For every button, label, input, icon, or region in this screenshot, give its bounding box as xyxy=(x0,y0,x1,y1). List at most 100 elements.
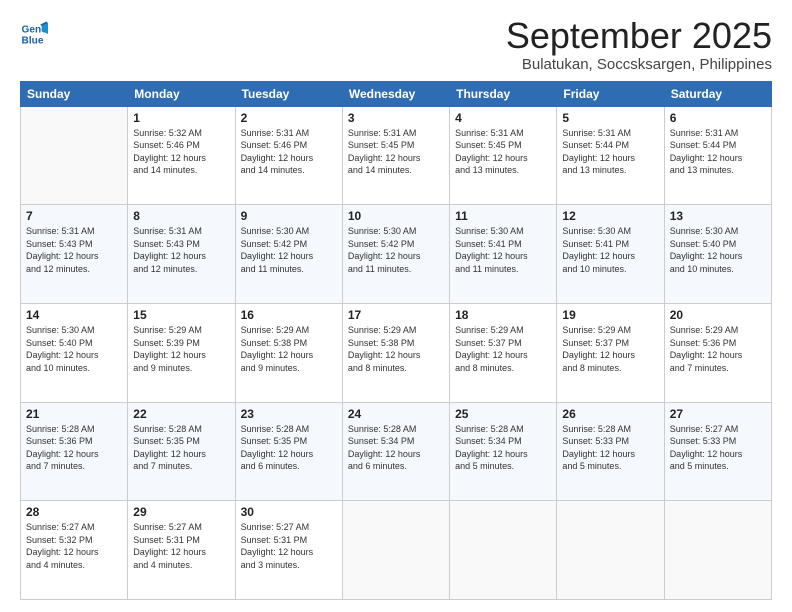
day-number: 19 xyxy=(562,308,658,322)
day-cell-7: 7 Sunrise: 5:31 AM Sunset: 5:43 PM Daylig… xyxy=(21,205,128,304)
day-info: Sunrise: 5:29 AM Sunset: 5:38 PM Dayligh… xyxy=(348,324,444,374)
day-info: Sunrise: 5:30 AM Sunset: 5:41 PM Dayligh… xyxy=(562,225,658,275)
empty-cell xyxy=(21,106,128,205)
day-info: Sunrise: 5:32 AM Sunset: 5:46 PM Dayligh… xyxy=(133,127,229,177)
day-header-tuesday: Tuesday xyxy=(235,81,342,106)
day-number: 22 xyxy=(133,407,229,421)
day-info: Sunrise: 5:28 AM Sunset: 5:34 PM Dayligh… xyxy=(455,423,551,473)
day-number: 8 xyxy=(133,209,229,223)
day-number: 29 xyxy=(133,505,229,519)
day-number: 11 xyxy=(455,209,551,223)
logo: General Blue xyxy=(20,20,48,48)
day-number: 27 xyxy=(670,407,766,421)
day-number: 6 xyxy=(670,111,766,125)
day-cell-12: 12 Sunrise: 5:30 AM Sunset: 5:41 PM Dayli… xyxy=(557,205,664,304)
day-number: 17 xyxy=(348,308,444,322)
day-info: Sunrise: 5:27 AM Sunset: 5:31 PM Dayligh… xyxy=(133,521,229,571)
header-row: SundayMondayTuesdayWednesdayThursdayFrid… xyxy=(21,81,772,106)
empty-cell xyxy=(342,501,449,600)
day-info: Sunrise: 5:30 AM Sunset: 5:42 PM Dayligh… xyxy=(348,225,444,275)
day-info: Sunrise: 5:28 AM Sunset: 5:35 PM Dayligh… xyxy=(133,423,229,473)
day-number: 1 xyxy=(133,111,229,125)
day-info: Sunrise: 5:30 AM Sunset: 5:42 PM Dayligh… xyxy=(241,225,337,275)
day-cell-5: 5Sunrise: 5:31 AM Sunset: 5:44 PM Daylig… xyxy=(557,106,664,205)
day-number: 9 xyxy=(241,209,337,223)
day-cell-1: 1 Sunrise: 5:32 AM Sunset: 5:46 PM Daylig… xyxy=(128,106,235,205)
week-row-4: 21Sunrise: 5:28 AM Sunset: 5:36 PM Dayli… xyxy=(21,402,772,501)
day-number: 25 xyxy=(455,407,551,421)
day-cell-18: 18Sunrise: 5:29 AM Sunset: 5:37 PM Dayli… xyxy=(450,303,557,402)
day-info: Sunrise: 5:31 AM Sunset: 5:46 PM Dayligh… xyxy=(241,127,337,177)
logo-icon: General Blue xyxy=(20,20,48,48)
day-cell-13: 13Sunrise: 5:30 AM Sunset: 5:40 PM Dayli… xyxy=(664,205,771,304)
day-info: Sunrise: 5:30 AM Sunset: 5:41 PM Dayligh… xyxy=(455,225,551,275)
day-cell-21: 21Sunrise: 5:28 AM Sunset: 5:36 PM Dayli… xyxy=(21,402,128,501)
day-cell-9: 9 Sunrise: 5:30 AM Sunset: 5:42 PM Daylig… xyxy=(235,205,342,304)
day-cell-17: 17 Sunrise: 5:29 AM Sunset: 5:38 PM Dayli… xyxy=(342,303,449,402)
day-cell-15: 15 Sunrise: 5:29 AM Sunset: 5:39 PM Dayli… xyxy=(128,303,235,402)
week-row-1: 1 Sunrise: 5:32 AM Sunset: 5:46 PM Daylig… xyxy=(21,106,772,205)
day-number: 28 xyxy=(26,505,122,519)
day-cell-28: 28 Sunrise: 5:27 AM Sunset: 5:32 PM Dayli… xyxy=(21,501,128,600)
day-number: 16 xyxy=(241,308,337,322)
day-cell-23: 23 Sunrise: 5:28 AM Sunset: 5:35 PM Dayli… xyxy=(235,402,342,501)
day-info: Sunrise: 5:28 AM Sunset: 5:33 PM Dayligh… xyxy=(562,423,658,473)
day-cell-30: 30Sunrise: 5:27 AM Sunset: 5:31 PM Dayli… xyxy=(235,501,342,600)
day-header-friday: Friday xyxy=(557,81,664,106)
svg-text:Blue: Blue xyxy=(22,35,44,46)
day-info: Sunrise: 5:29 AM Sunset: 5:37 PM Dayligh… xyxy=(562,324,658,374)
day-number: 12 xyxy=(562,209,658,223)
day-number: 23 xyxy=(241,407,337,421)
day-cell-14: 14 Sunrise: 5:30 AM Sunset: 5:40 PM Dayli… xyxy=(21,303,128,402)
day-cell-27: 27 Sunrise: 5:27 AM Sunset: 5:33 PM Dayli… xyxy=(664,402,771,501)
day-cell-2: 2 Sunrise: 5:31 AM Sunset: 5:46 PM Daylig… xyxy=(235,106,342,205)
day-cell-4: 4 Sunrise: 5:31 AM Sunset: 5:45 PM Daylig… xyxy=(450,106,557,205)
day-info: Sunrise: 5:31 AM Sunset: 5:44 PM Dayligh… xyxy=(670,127,766,177)
day-number: 7 xyxy=(26,209,122,223)
day-cell-25: 25 Sunrise: 5:28 AM Sunset: 5:34 PM Dayli… xyxy=(450,402,557,501)
day-info: Sunrise: 5:29 AM Sunset: 5:37 PM Dayligh… xyxy=(455,324,551,374)
day-number: 30 xyxy=(241,505,337,519)
day-number: 20 xyxy=(670,308,766,322)
day-header-sunday: Sunday xyxy=(21,81,128,106)
day-number: 21 xyxy=(26,407,122,421)
title-block: September 2025 Bulatukan, Soccsksargen, … xyxy=(506,16,772,73)
day-number: 15 xyxy=(133,308,229,322)
day-header-thursday: Thursday xyxy=(450,81,557,106)
week-row-3: 14 Sunrise: 5:30 AM Sunset: 5:40 PM Dayli… xyxy=(21,303,772,402)
week-row-5: 28 Sunrise: 5:27 AM Sunset: 5:32 PM Dayli… xyxy=(21,501,772,600)
day-info: Sunrise: 5:29 AM Sunset: 5:36 PM Dayligh… xyxy=(670,324,766,374)
day-number: 14 xyxy=(26,308,122,322)
day-info: Sunrise: 5:29 AM Sunset: 5:38 PM Dayligh… xyxy=(241,324,337,374)
day-number: 4 xyxy=(455,111,551,125)
day-cell-6: 6 Sunrise: 5:31 AM Sunset: 5:44 PM Daylig… xyxy=(664,106,771,205)
day-cell-10: 10 Sunrise: 5:30 AM Sunset: 5:42 PM Dayli… xyxy=(342,205,449,304)
day-number: 10 xyxy=(348,209,444,223)
day-info: Sunrise: 5:27 AM Sunset: 5:33 PM Dayligh… xyxy=(670,423,766,473)
day-cell-3: 3Sunrise: 5:31 AM Sunset: 5:45 PM Daylig… xyxy=(342,106,449,205)
day-info: Sunrise: 5:31 AM Sunset: 5:43 PM Dayligh… xyxy=(133,225,229,275)
day-info: Sunrise: 5:31 AM Sunset: 5:45 PM Dayligh… xyxy=(348,127,444,177)
day-info: Sunrise: 5:27 AM Sunset: 5:32 PM Dayligh… xyxy=(26,521,122,571)
day-number: 24 xyxy=(348,407,444,421)
day-cell-26: 26Sunrise: 5:28 AM Sunset: 5:33 PM Dayli… xyxy=(557,402,664,501)
day-header-saturday: Saturday xyxy=(664,81,771,106)
month-title: September 2025 xyxy=(506,16,772,56)
day-cell-29: 29 Sunrise: 5:27 AM Sunset: 5:31 PM Dayli… xyxy=(128,501,235,600)
day-info: Sunrise: 5:28 AM Sunset: 5:35 PM Dayligh… xyxy=(241,423,337,473)
day-info: Sunrise: 5:31 AM Sunset: 5:43 PM Dayligh… xyxy=(26,225,122,275)
day-info: Sunrise: 5:29 AM Sunset: 5:39 PM Dayligh… xyxy=(133,324,229,374)
day-info: Sunrise: 5:28 AM Sunset: 5:34 PM Dayligh… xyxy=(348,423,444,473)
day-cell-20: 20 Sunrise: 5:29 AM Sunset: 5:36 PM Dayli… xyxy=(664,303,771,402)
day-info: Sunrise: 5:31 AM Sunset: 5:45 PM Dayligh… xyxy=(455,127,551,177)
day-number: 2 xyxy=(241,111,337,125)
day-header-monday: Monday xyxy=(128,81,235,106)
calendar-table: SundayMondayTuesdayWednesdayThursdayFrid… xyxy=(20,81,772,600)
empty-cell xyxy=(450,501,557,600)
day-info: Sunrise: 5:30 AM Sunset: 5:40 PM Dayligh… xyxy=(26,324,122,374)
day-header-wednesday: Wednesday xyxy=(342,81,449,106)
empty-cell xyxy=(557,501,664,600)
empty-cell xyxy=(664,501,771,600)
week-row-2: 7 Sunrise: 5:31 AM Sunset: 5:43 PM Daylig… xyxy=(21,205,772,304)
day-info: Sunrise: 5:31 AM Sunset: 5:44 PM Dayligh… xyxy=(562,127,658,177)
